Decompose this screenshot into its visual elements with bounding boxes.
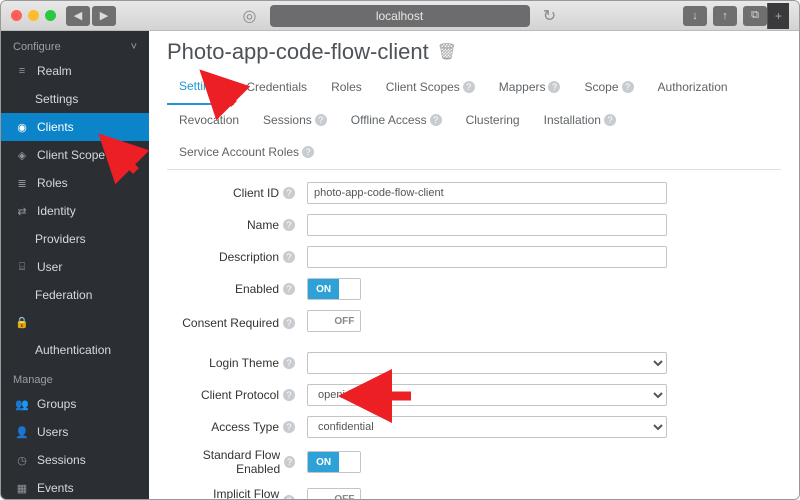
toggle-consent-required[interactable]: OFF bbox=[307, 310, 361, 332]
toggle-standard-flow-enabled[interactable]: ON bbox=[307, 451, 361, 473]
sidebar-item-realm[interactable]: ≡Realm bbox=[1, 57, 149, 85]
sidebar-item-users[interactable]: 👤Users bbox=[1, 418, 149, 446]
help-icon[interactable]: ? bbox=[283, 495, 295, 499]
tabs-icon[interactable]: ⧉ bbox=[743, 6, 767, 26]
tab-sessions[interactable]: Sessions? bbox=[251, 105, 339, 137]
toggle-enabled[interactable]: ON bbox=[307, 278, 361, 300]
select-access-type[interactable]: confidential bbox=[307, 416, 667, 438]
browser-titlebar: ◀ ▶ ◎ localhost ↻ ↓ ↑ ⧉ + bbox=[1, 1, 799, 31]
address-text: localhost bbox=[376, 9, 423, 23]
minimize-window-icon[interactable] bbox=[28, 10, 39, 21]
forward-button[interactable]: ▶ bbox=[92, 6, 116, 26]
sidebar-item-user[interactable]: ⌸User bbox=[1, 253, 149, 281]
sidebar-item-roles[interactable]: ≣Roles bbox=[1, 169, 149, 197]
sidebar-item-events[interactable]: ▦Events bbox=[1, 474, 149, 499]
sidebar-item-client-scopes[interactable]: ◈Client Scope bbox=[1, 141, 149, 169]
help-icon[interactable]: ? bbox=[315, 114, 327, 126]
sidebar-item-providers[interactable]: Providers bbox=[1, 225, 149, 253]
sliders-icon: ≡ bbox=[15, 65, 29, 77]
database-icon: ⌸ bbox=[15, 261, 29, 274]
tab-scope[interactable]: Scope? bbox=[572, 71, 645, 105]
help-icon[interactable]: ? bbox=[622, 81, 634, 93]
select-client-protocol[interactable]: openid-connect bbox=[307, 384, 667, 406]
label-name: Name? bbox=[167, 218, 307, 232]
cube-icon: ◈ bbox=[15, 149, 29, 162]
sidebar-item-clients[interactable]: ◉Clients bbox=[1, 113, 149, 141]
label-description: Description? bbox=[167, 250, 307, 264]
list-icon: ≣ bbox=[15, 177, 29, 190]
traffic-lights bbox=[11, 10, 56, 21]
label-client-id: Client ID? bbox=[167, 186, 307, 200]
download-icon[interactable]: ↓ bbox=[683, 6, 707, 26]
tab-mappers[interactable]: Mappers? bbox=[487, 71, 573, 105]
tab-authorization[interactable]: Authorization bbox=[646, 71, 740, 105]
tab-installation[interactable]: Installation? bbox=[532, 105, 628, 137]
trash-icon[interactable]: 🗑 bbox=[437, 42, 457, 62]
help-icon[interactable]: ? bbox=[302, 146, 314, 158]
cube-icon: ◉ bbox=[15, 121, 29, 134]
sidebar-item-realm-settings[interactable]: Settings bbox=[1, 85, 149, 113]
tab-credentials[interactable]: Credentials bbox=[234, 71, 319, 105]
user-icon: 👤 bbox=[15, 426, 29, 439]
tab-offline-access[interactable]: Offline Access? bbox=[339, 105, 454, 137]
clock-icon: ◷ bbox=[15, 454, 29, 467]
input-client-id[interactable] bbox=[307, 182, 667, 204]
tab-client-scopes[interactable]: Client Scopes? bbox=[374, 71, 487, 105]
tab-roles[interactable]: Roles bbox=[319, 71, 374, 105]
sidebar-item-federation[interactable]: Federation bbox=[1, 281, 149, 309]
help-icon[interactable]: ? bbox=[283, 317, 295, 329]
sidebar: Configure ˅ ≡Realm Settings ◉Clients ◈Cl… bbox=[1, 31, 149, 499]
tab-service-account-roles[interactable]: Service Account Roles? bbox=[167, 137, 326, 169]
help-icon[interactable]: ? bbox=[283, 187, 295, 199]
sidebar-item-groups[interactable]: 👥Groups bbox=[1, 390, 149, 418]
main-content: Photo-app-code-flow-client 🗑 Settings Cr… bbox=[149, 31, 799, 499]
address-bar[interactable]: localhost bbox=[270, 5, 530, 27]
reader-icon[interactable]: ◎ bbox=[238, 5, 262, 27]
help-icon[interactable]: ? bbox=[283, 389, 295, 401]
input-name[interactable] bbox=[307, 214, 667, 236]
sidebar-item-lock[interactable]: 🔒 bbox=[1, 309, 149, 336]
label-implicit-flow-enabled: Implicit Flow Enabled? bbox=[167, 487, 307, 499]
help-icon[interactable]: ? bbox=[604, 114, 616, 126]
new-tab-button[interactable]: + bbox=[767, 3, 789, 29]
help-icon[interactable]: ? bbox=[283, 219, 295, 231]
maximize-window-icon[interactable] bbox=[45, 10, 56, 21]
users-icon: 👥 bbox=[15, 398, 29, 411]
sidebar-section-manage[interactable]: Manage bbox=[1, 364, 149, 390]
page-title: Photo-app-code-flow-client 🗑 bbox=[167, 39, 781, 65]
help-icon[interactable]: ? bbox=[463, 81, 475, 93]
close-window-icon[interactable] bbox=[11, 10, 22, 21]
help-icon[interactable]: ? bbox=[283, 251, 295, 263]
exchange-icon: ⇄ bbox=[15, 205, 29, 218]
help-icon[interactable]: ? bbox=[283, 421, 295, 433]
help-icon[interactable]: ? bbox=[430, 114, 442, 126]
label-login-theme: Login Theme? bbox=[167, 356, 307, 370]
input-description[interactable] bbox=[307, 246, 667, 268]
sidebar-item-authentication[interactable]: Authentication bbox=[1, 336, 149, 364]
sidebar-item-sessions[interactable]: ◷Sessions bbox=[1, 446, 149, 474]
tab-settings[interactable]: Settings bbox=[167, 71, 234, 105]
tabs-bar: Settings Credentials Roles Client Scopes… bbox=[167, 71, 781, 170]
help-icon[interactable]: ? bbox=[283, 283, 295, 295]
help-icon[interactable]: ? bbox=[283, 357, 295, 369]
back-button[interactable]: ◀ bbox=[66, 6, 90, 26]
help-icon[interactable]: ? bbox=[284, 456, 295, 468]
chevron-down-icon: ˅ bbox=[131, 41, 137, 53]
help-icon[interactable]: ? bbox=[548, 81, 560, 93]
select-login-theme[interactable] bbox=[307, 352, 667, 374]
label-access-type: Access Type? bbox=[167, 420, 307, 434]
toggle-implicit-flow-enabled[interactable]: OFF bbox=[307, 488, 361, 499]
tab-clustering[interactable]: Clustering bbox=[454, 105, 532, 137]
share-icon[interactable]: ↑ bbox=[713, 6, 737, 26]
label-standard-flow-enabled: Standard Flow Enabled? bbox=[167, 448, 307, 477]
sidebar-section-configure[interactable]: Configure ˅ bbox=[1, 31, 149, 57]
calendar-icon: ▦ bbox=[15, 482, 29, 495]
label-consent-required: Consent Required? bbox=[167, 316, 307, 330]
label-enabled: Enabled? bbox=[167, 282, 307, 296]
reload-icon[interactable]: ↻ bbox=[538, 5, 562, 27]
lock-icon: 🔒 bbox=[15, 316, 29, 329]
tab-revocation[interactable]: Revocation bbox=[167, 105, 251, 137]
label-client-protocol: Client Protocol? bbox=[167, 388, 307, 402]
sidebar-item-identity[interactable]: ⇄Identity bbox=[1, 197, 149, 225]
